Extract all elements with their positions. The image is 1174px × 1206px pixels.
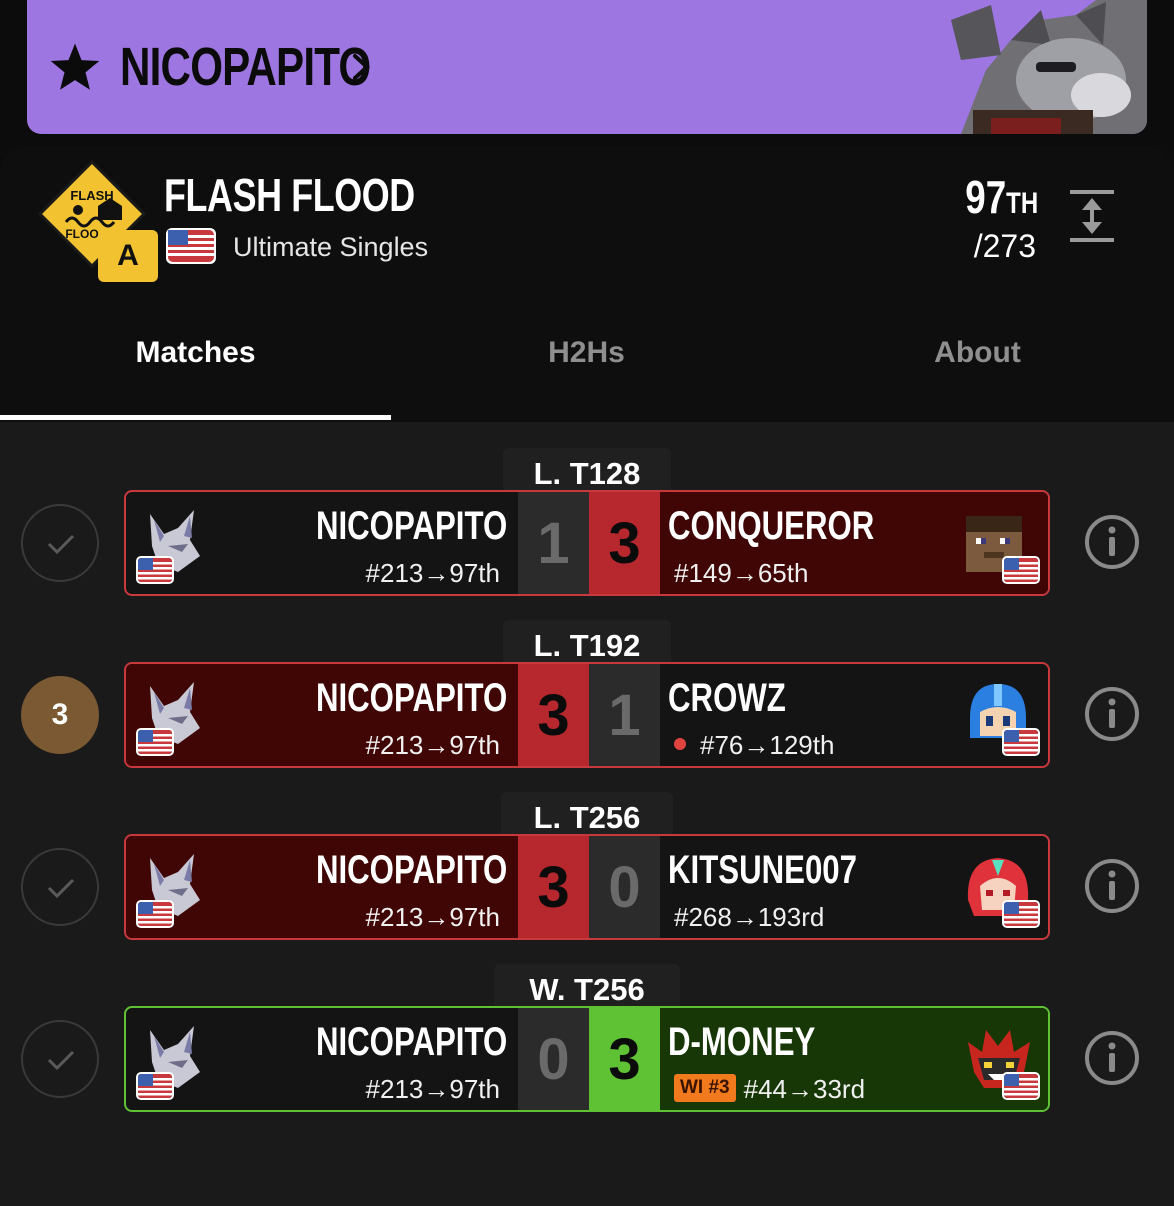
player-name: NICOPAPITO (315, 504, 507, 548)
placement-suffix: TH (1006, 187, 1038, 220)
match-row: L. T256 3 0 NICOPAPITO #213→97th KITSUNE… (0, 792, 1174, 956)
player-banner[interactable]: NICOPAPITO (27, 0, 1147, 134)
round-label: W. T256 (494, 964, 680, 1010)
wolf-character-art (951, 0, 1147, 134)
tier-badge: A (98, 230, 158, 282)
info-icon[interactable] (1084, 686, 1140, 742)
us-flag-icon (136, 1072, 174, 1100)
svg-text:FLOO: FLOO (65, 227, 98, 241)
tournament-name: FLASH FLOOD (164, 169, 415, 221)
opponent-name[interactable]: KITSUNE007 (668, 848, 857, 893)
player-seed: #213→97th (365, 730, 500, 760)
player-score: 3 (518, 836, 589, 938)
match-status[interactable] (21, 504, 99, 582)
player-name: NICOPAPITO (315, 1020, 507, 1064)
round-label: L. T256 (501, 792, 673, 838)
round-label: L. T192 (503, 620, 671, 666)
opponent-score: 1 (589, 664, 660, 766)
opponent-score: 0 (589, 836, 660, 938)
tab-h2hs[interactable]: H2Hs (391, 336, 782, 370)
tab-matches[interactable]: Matches (0, 336, 391, 370)
check-icon (47, 534, 75, 555)
opponent-seed-row: #76→129th (674, 730, 834, 761)
opponent-seed: #76→129th (700, 730, 835, 760)
banner-player-name: NICOPAPITO (120, 37, 371, 97)
match-card[interactable]: 1 3 NICOPAPITO #213→97th CONQUEROR #149→… (124, 490, 1050, 596)
opponent-name[interactable]: D-MONEY (668, 1020, 815, 1065)
player-score: 3 (518, 664, 589, 766)
tab-about[interactable]: About (782, 336, 1173, 370)
tournament-header: FLASH FLOO A FLASH FLOOD Ultimate Single… (0, 146, 1174, 286)
check-icon (47, 1050, 75, 1071)
info-icon[interactable] (1084, 858, 1140, 914)
check-icon (47, 878, 75, 899)
match-count-badge[interactable]: 3 (21, 676, 99, 754)
match-row: L. T192 3 3 1 NICOPAPITO #213→97th CROWZ… (0, 620, 1174, 784)
player-seed: #213→97th (365, 902, 500, 932)
opponent-name[interactable]: CROWZ (668, 676, 786, 721)
player-score: 1 (518, 492, 589, 594)
opponent-score: 3 (589, 1008, 660, 1110)
round-label: L. T128 (503, 448, 671, 494)
player-seed: #213→97th (365, 558, 500, 588)
us-flag-icon (136, 900, 174, 928)
match-row: L. T128 1 3 NICOPAPITO #213→97th CONQUER… (0, 448, 1174, 612)
entrant-count: /273 (973, 228, 1036, 264)
info-icon[interactable] (1084, 514, 1140, 570)
us-flag-icon (1002, 900, 1040, 928)
info-icon[interactable] (1084, 1030, 1140, 1086)
active-tab-indicator (0, 415, 391, 420)
upset-dot-icon (674, 738, 686, 751)
us-flag-icon (1002, 1072, 1040, 1100)
player-name: NICOPAPITO (315, 848, 507, 892)
tab-bar: Matches H2Hs About (0, 286, 1174, 422)
region-rank-badge: WI #3 (674, 1074, 736, 1103)
us-flag-icon (136, 728, 174, 756)
star-icon (50, 43, 100, 90)
opponent-score: 3 (589, 492, 660, 594)
match-card[interactable]: 3 1 NICOPAPITO #213→97th CROWZ #76→129th (124, 662, 1050, 768)
opponent-seed: #44→33rd (743, 1074, 866, 1104)
match-status[interactable] (21, 1020, 99, 1098)
match-card[interactable]: 3 0 NICOPAPITO #213→97th KITSUNE007 #268… (124, 834, 1050, 940)
placement-number: 97 (965, 171, 1006, 223)
player-name: NICOPAPITO (315, 676, 507, 720)
opponent-name[interactable]: CONQUEROR (668, 504, 874, 549)
opponent-seed: #149→65th (674, 558, 809, 588)
player-seed: #213→97th (365, 1074, 500, 1104)
game-name: Ultimate Singles (233, 232, 429, 262)
us-flag-icon (136, 556, 174, 584)
match-status[interactable] (21, 848, 99, 926)
player-score: 0 (518, 1008, 589, 1110)
us-flag-icon (166, 228, 216, 269)
tournament-sheet: FLASH FLOO A FLASH FLOOD Ultimate Single… (0, 146, 1174, 1206)
opponent-seed-row: WI #3 #44→33rd (674, 1074, 865, 1105)
expand-icon[interactable] (1068, 186, 1116, 246)
chevron-right-icon (353, 54, 370, 80)
us-flag-icon (1002, 728, 1040, 756)
opponent-seed: #268→193rd (674, 902, 825, 932)
match-row: W. T256 0 3 NICOPAPITO #213→97th D-MONEY… (0, 964, 1174, 1128)
match-card[interactable]: 0 3 NICOPAPITO #213→97th D-MONEY WI #3 #4… (124, 1006, 1050, 1112)
placement: 97TH (965, 170, 1038, 224)
us-flag-icon (1002, 556, 1040, 584)
